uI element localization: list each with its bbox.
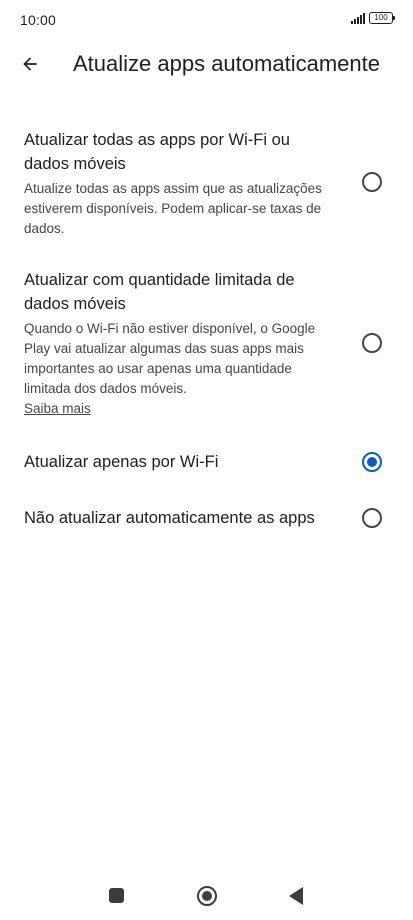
radio-button[interactable] — [362, 333, 382, 353]
option-update-wifi-or-mobile[interactable]: Atualizar todas as apps por Wi-Fi ou dad… — [0, 124, 413, 242]
top-app-bar: Atualize apps automaticamente — [0, 40, 413, 90]
signal-icon — [351, 12, 365, 24]
option-description: Atualize todas as apps assim que as atua… — [24, 181, 322, 236]
option-title: Não atualizar automaticamente as apps — [24, 509, 315, 527]
option-update-wifi-only[interactable]: Atualizar apenas por Wi-Fi — [0, 440, 413, 484]
status-bar: 10:00 100 — [0, 0, 413, 40]
option-description-text: Quando o Wi-Fi não estiver disponível, o… — [24, 321, 316, 396]
arrow-back-icon — [23, 57, 37, 71]
learn-more-link[interactable]: Saiba mais — [24, 399, 91, 419]
circle-icon[interactable] — [197, 886, 217, 906]
radio-button-selected[interactable] — [362, 452, 382, 472]
navigation-bar — [0, 876, 413, 920]
status-icons: 100 — [351, 12, 395, 24]
square-icon[interactable] — [109, 888, 124, 903]
status-time: 10:00 — [20, 12, 57, 28]
option-text: Não atualizar automaticamente as apps — [24, 506, 339, 530]
option-description: Quando o Wi-Fi não estiver disponível, o… — [24, 319, 339, 419]
option-text: Atualizar com quantidade limitada de dad… — [24, 268, 339, 419]
option-title: Atualizar com quantidade limitada de dad… — [24, 271, 295, 313]
triangle-back-icon[interactable] — [289, 887, 303, 905]
battery-icon: 100 — [369, 12, 395, 24]
option-title: Atualizar apenas por Wi-Fi — [24, 453, 219, 471]
back-button[interactable] — [12, 46, 48, 82]
option-text: Atualizar todas as apps por Wi-Fi ou dad… — [24, 128, 339, 239]
option-title: Atualizar todas as apps por Wi-Fi ou dad… — [24, 131, 290, 173]
radio-button[interactable] — [362, 172, 382, 192]
page-title: Atualize apps automaticamente — [73, 51, 380, 76]
option-text: Atualizar apenas por Wi-Fi — [24, 450, 339, 474]
option-update-limited-mobile[interactable]: Atualizar com quantidade limitada de dad… — [0, 265, 413, 425]
option-no-auto-update[interactable]: Não atualizar automaticamente as apps — [0, 496, 413, 540]
screen: 10:00 100 Atualize apps automaticamente … — [0, 0, 413, 920]
radio-button[interactable] — [362, 508, 382, 528]
